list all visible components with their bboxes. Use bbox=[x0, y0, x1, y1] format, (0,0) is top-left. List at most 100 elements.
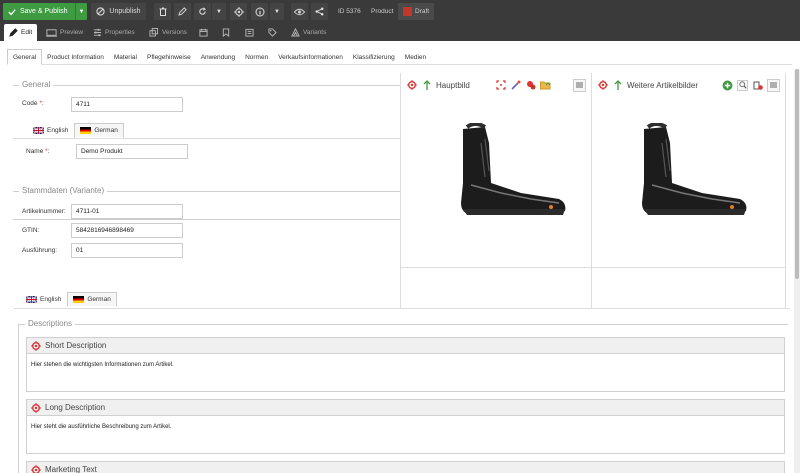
desc-lang-tab-english[interactable]: English bbox=[20, 292, 67, 307]
tab-variants[interactable]: Variants bbox=[291, 24, 326, 41]
lang-tab-english[interactable]: English bbox=[27, 123, 74, 138]
descriptions-legend: Descriptions bbox=[25, 319, 76, 328]
tab-pflegehinweise[interactable]: Pflegehinweise bbox=[142, 49, 196, 65]
tab-product-information[interactable]: Product Information bbox=[42, 49, 109, 65]
monitor-icon bbox=[46, 28, 57, 37]
code-label: Code *: bbox=[22, 100, 44, 107]
de-flag-icon bbox=[73, 296, 85, 303]
id-label: ID 5376 bbox=[338, 8, 361, 15]
boot-image[interactable] bbox=[441, 123, 569, 219]
variants-icon bbox=[291, 28, 300, 37]
long-description-title: Long Description bbox=[45, 403, 106, 412]
lang-tab-german[interactable]: German bbox=[74, 123, 124, 138]
required-marker: * bbox=[43, 148, 48, 155]
scrollbar[interactable] bbox=[794, 69, 800, 473]
target-red-icon[interactable] bbox=[597, 80, 608, 91]
descriptions-language-tabs: English German bbox=[20, 292, 117, 307]
main-image-header: Hauptbild bbox=[406, 78, 586, 92]
info-dropdown-caret-icon[interactable]: ▼ bbox=[270, 3, 284, 20]
remove-image-icon[interactable] bbox=[525, 80, 536, 91]
unpublish-label: Unpublish bbox=[109, 8, 141, 15]
name-input[interactable]: Demo Produkt bbox=[76, 144, 188, 159]
share-button[interactable] bbox=[311, 3, 328, 20]
tab-edit[interactable]: Edit bbox=[4, 24, 38, 41]
tab-klassifizierung[interactable]: Klassifizierung bbox=[348, 49, 400, 65]
ban-icon bbox=[96, 7, 106, 16]
add-icon[interactable] bbox=[722, 80, 733, 91]
reload-dropdown-caret-icon[interactable]: ▼ bbox=[212, 3, 226, 20]
tab-versions[interactable]: Versions bbox=[149, 24, 187, 41]
uk-flag-icon bbox=[33, 127, 44, 134]
object-tabs: General Product Information Material Pfl… bbox=[7, 49, 792, 65]
upload-arrow-icon[interactable] bbox=[421, 80, 432, 91]
artikelnummer-label: Artikelnummer: bbox=[22, 208, 66, 215]
draft-icon bbox=[403, 7, 412, 16]
save-dropdown-caret-icon[interactable]: ▼ bbox=[75, 3, 87, 20]
tab-tags[interactable] bbox=[268, 24, 277, 41]
tab-bookmark[interactable] bbox=[222, 24, 230, 41]
tab-verkaufsinformationen[interactable]: Verkaufsinformationen bbox=[273, 49, 348, 65]
ausfuehrung-label: Ausführung: bbox=[22, 247, 58, 254]
delete-button[interactable] bbox=[154, 3, 171, 20]
de-flag-icon bbox=[80, 127, 92, 134]
tab-normen[interactable]: Normen bbox=[240, 49, 273, 65]
locate-button[interactable] bbox=[230, 3, 247, 20]
artikelnummer-input[interactable]: 4711-01 bbox=[71, 204, 183, 219]
tab-schedule[interactable] bbox=[199, 24, 208, 41]
upload-arrow-icon[interactable] bbox=[612, 80, 623, 91]
short-description-editor[interactable]: Hier stehen die wichtigsten Informatione… bbox=[27, 354, 784, 376]
type-label: Product bbox=[371, 8, 394, 15]
target-red-icon[interactable] bbox=[406, 80, 417, 91]
edit-button[interactable] bbox=[174, 3, 191, 20]
tab-notes[interactable] bbox=[245, 24, 254, 41]
tab-properties[interactable]: Properties bbox=[93, 24, 135, 41]
status-badge: Draft bbox=[398, 3, 435, 20]
general-legend: General bbox=[19, 80, 54, 89]
short-description-header: Short Description bbox=[27, 338, 784, 354]
tab-edit-label: Edit bbox=[21, 29, 33, 36]
tab-properties-label: Properties bbox=[105, 29, 135, 36]
required-marker: * bbox=[37, 100, 42, 107]
versions-icon bbox=[149, 28, 159, 37]
gtin-input[interactable]: 5842816946898469 bbox=[71, 223, 183, 238]
reload-icon bbox=[199, 7, 207, 15]
delete-images-icon[interactable] bbox=[752, 80, 763, 91]
open-folder-icon[interactable] bbox=[540, 80, 551, 91]
pencil-icon bbox=[178, 7, 187, 16]
top-toolbar: Save & Publish ▼ Unpublish ▼ ▼ ID 5376 P… bbox=[0, 0, 800, 22]
info-button[interactable] bbox=[251, 3, 268, 20]
tab-material[interactable]: Material bbox=[109, 49, 142, 65]
crop-icon[interactable] bbox=[495, 80, 506, 91]
main-image-menu-icon[interactable] bbox=[573, 78, 586, 92]
long-description-editor[interactable]: Hier steht die ausführliche Beschreibung… bbox=[27, 416, 784, 438]
tab-medien[interactable]: Medien bbox=[400, 49, 431, 65]
unpublish-button[interactable]: Unpublish bbox=[91, 3, 146, 20]
more-images-menu-icon[interactable] bbox=[767, 78, 780, 92]
desc-lang-tab-german[interactable]: German bbox=[67, 292, 117, 307]
desc-lang-german-label: German bbox=[87, 296, 111, 303]
lang-tab-underline bbox=[13, 138, 400, 139]
search-icon[interactable] bbox=[737, 79, 748, 91]
boot-thumbnail[interactable] bbox=[622, 123, 750, 219]
magic-wand-icon[interactable] bbox=[510, 80, 521, 91]
status-label: Draft bbox=[415, 8, 430, 15]
main-panel: General Product Information Material Pfl… bbox=[0, 41, 800, 473]
more-images-panel: Weitere Artikelbilder bbox=[592, 73, 786, 308]
tab-general[interactable]: General bbox=[7, 49, 43, 65]
tab-variants-label: Variants bbox=[303, 29, 327, 36]
short-description-box: Short Description Hier stehen die wichti… bbox=[26, 337, 785, 392]
tab-preview[interactable]: Preview bbox=[46, 24, 83, 41]
lang-english-label: English bbox=[47, 127, 69, 134]
scrollbar-thumb[interactable] bbox=[795, 69, 799, 279]
name-label-text: Name bbox=[26, 148, 44, 155]
view-button[interactable] bbox=[291, 3, 308, 20]
tab-anwendung[interactable]: Anwendung bbox=[196, 49, 240, 65]
ausfuehrung-input[interactable]: 01 bbox=[71, 243, 183, 258]
info-icon bbox=[255, 7, 264, 16]
check-icon bbox=[8, 8, 16, 15]
reload-button[interactable] bbox=[194, 3, 211, 20]
sub-tabs-bar: Edit Preview Properties Versions Variant… bbox=[0, 22, 800, 41]
save-publish-button[interactable]: Save & Publish ▼ bbox=[3, 3, 87, 20]
bookmark-icon bbox=[222, 28, 230, 37]
code-input[interactable]: 4711 bbox=[71, 97, 183, 112]
